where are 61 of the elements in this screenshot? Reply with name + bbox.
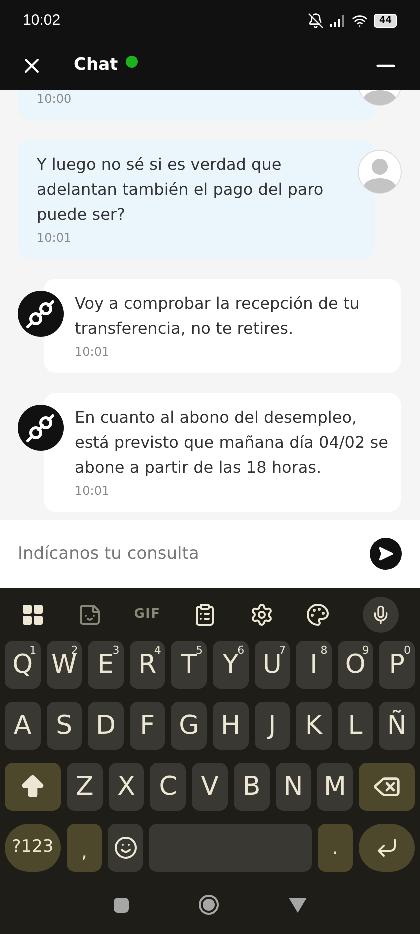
key-hint: 0 bbox=[404, 643, 411, 657]
key-hint: 3 bbox=[112, 643, 120, 659]
message-text: Voy a comprobar la recepción de tu transferencia, no te retires. bbox=[75, 293, 361, 340]
battery-indicator: 44 bbox=[374, 14, 397, 28]
user-avatar-icon bbox=[358, 150, 402, 194]
key-hint: 8 bbox=[320, 643, 328, 659]
send-icon bbox=[378, 546, 394, 562]
key-hint: 7 bbox=[279, 643, 286, 657]
symbols-key[interactable]: ?123 bbox=[5, 824, 61, 872]
key-hint: 4 bbox=[154, 643, 162, 657]
message-time: 10:01 bbox=[37, 230, 73, 247]
key[interactable]: S bbox=[46, 702, 82, 750]
message-text: En cuanto al abono del desempleo, está previsto que mañana día 04/02 se abone a partir de las 18 horas. bbox=[75, 407, 389, 479]
microphone-button[interactable] bbox=[362, 597, 399, 633]
key[interactable]: Z bbox=[67, 763, 103, 811]
message-time: 10:01 bbox=[75, 483, 111, 500]
key[interactable]: B bbox=[234, 763, 270, 811]
emoji-key[interactable] bbox=[108, 824, 143, 872]
message-time: 10:00 bbox=[37, 91, 73, 108]
palette-icon[interactable] bbox=[306, 603, 330, 627]
key[interactable]: X bbox=[108, 763, 144, 811]
message-text: Y luego no sé si es verdad que adelantan también el pago del paro puede ser? bbox=[37, 154, 325, 226]
key-hint: 9 bbox=[362, 643, 370, 657]
period-key[interactable]: . bbox=[318, 824, 353, 872]
message-time: 10:01 bbox=[75, 344, 111, 361]
enter-arrow-icon bbox=[375, 836, 399, 860]
key[interactable]: M bbox=[317, 763, 354, 811]
sticker-icon[interactable] bbox=[78, 603, 102, 627]
gif-button[interactable]: GIF bbox=[134, 605, 161, 625]
wifi-icon bbox=[352, 13, 368, 29]
signal-icon bbox=[330, 15, 346, 27]
settings-icon[interactable] bbox=[250, 603, 274, 627]
message-input-bar[interactable]: Indícanos tu consulta bbox=[0, 520, 420, 588]
enter-key[interactable] bbox=[359, 824, 415, 872]
key[interactable]: V bbox=[192, 763, 228, 811]
key[interactable]: F bbox=[130, 702, 166, 750]
key[interactable]: N bbox=[276, 763, 312, 811]
shift-key[interactable] bbox=[5, 763, 61, 811]
comma-key[interactable]: , bbox=[67, 824, 102, 872]
apps-icon[interactable] bbox=[21, 603, 46, 627]
key[interactable]: H bbox=[212, 702, 249, 750]
key[interactable]: G bbox=[171, 702, 207, 750]
smiley-icon bbox=[114, 836, 138, 860]
recent-apps-icon[interactable] bbox=[114, 898, 128, 912]
mute-icon bbox=[308, 13, 324, 29]
key[interactable]: L bbox=[338, 702, 374, 750]
chat-title: Chat bbox=[74, 54, 118, 78]
key-hint: 1 bbox=[30, 643, 37, 657]
key[interactable]: D bbox=[88, 702, 124, 750]
key[interactable]: Ñ bbox=[379, 702, 415, 750]
home-icon[interactable] bbox=[198, 895, 218, 915]
key[interactable]: A bbox=[5, 702, 41, 750]
key[interactable]: C bbox=[150, 763, 186, 811]
status-time: 10:02 bbox=[23, 10, 61, 31]
key[interactable]: K bbox=[296, 702, 332, 750]
message-input-field[interactable]: Indícanos tu consulta bbox=[18, 520, 370, 588]
backspace-key[interactable] bbox=[359, 763, 416, 811]
back-icon[interactable] bbox=[288, 898, 306, 912]
key[interactable]: J bbox=[254, 702, 290, 750]
send-button[interactable] bbox=[370, 538, 402, 570]
key-hint: 6 bbox=[238, 643, 245, 657]
